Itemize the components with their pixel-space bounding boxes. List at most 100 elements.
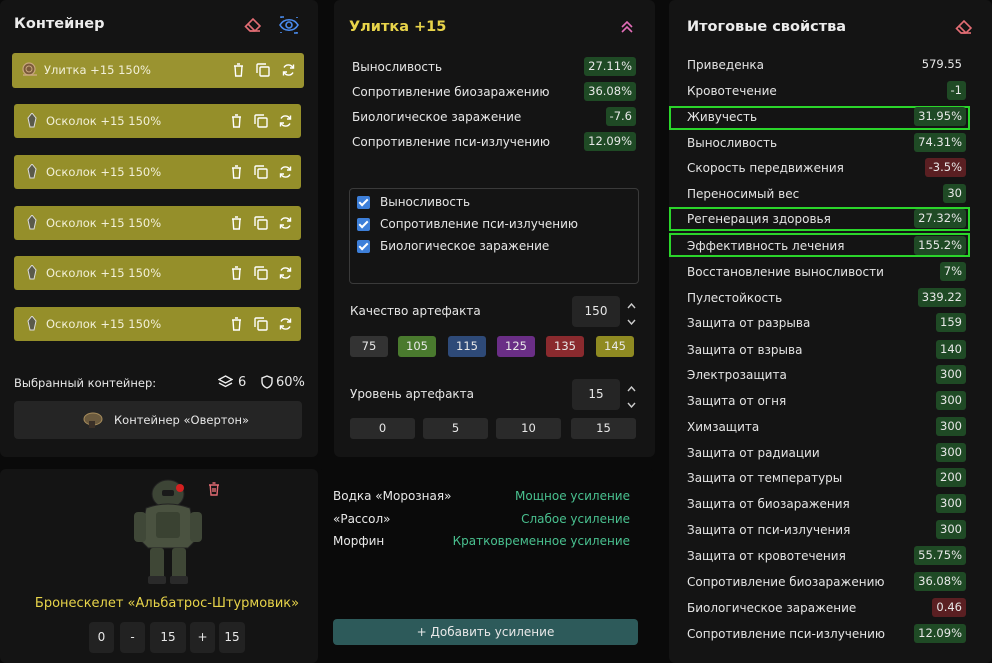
level-option[interactable]: 0 [350,418,415,439]
total-stat-name: Защита от биозаражения [687,497,850,511]
trash-icon[interactable] [233,63,244,80]
refresh-icon[interactable] [279,216,292,233]
checkbox-endurance[interactable] [357,196,370,209]
slots-count: 6 [238,375,247,390]
total-stat-name: Скорость передвижения [687,161,844,175]
refresh-icon[interactable] [279,165,292,182]
totals-title: Итоговые свойства [687,19,847,35]
armor-image [128,478,208,589]
trash-icon[interactable] [231,317,242,334]
total-stat-name: Регенерация здоровья [687,212,831,226]
trash-icon[interactable] [231,165,242,182]
total-stat-value: 300 [936,520,966,539]
refresh-icon[interactable] [279,317,292,334]
total-stat-value: 159 [936,313,966,332]
eraser-icon[interactable] [244,17,262,33]
total-stat-name: Защита от огня [687,394,787,408]
protection-value: 60% [276,375,305,390]
item-label: Осколок +15 150% [46,114,162,128]
total-stat-value: 12.09% [914,624,966,643]
checkbox-psi-resistance[interactable] [357,218,370,231]
total-stat-value: 27.32% [914,209,966,228]
copy-icon[interactable] [254,317,268,334]
collapse-icon[interactable] [621,20,633,36]
chevron-down-icon[interactable] [627,314,636,328]
total-stat-value: 579.55 [921,57,962,71]
item-label: Улитка +15 150% [44,63,151,77]
quality-option[interactable]: 145 [596,336,634,357]
artifact-stat-name: Сопротивление пси-излучению [352,135,551,149]
container-item[interactable]: Осколок +15 150% [14,206,301,240]
stepper-plus[interactable]: + [190,622,215,653]
trash-icon[interactable] [208,482,220,499]
stepper-value[interactable]: 15 [150,622,186,653]
snail-icon [22,62,37,77]
copy-icon[interactable] [254,216,268,233]
boost-effect: Кратковременное усиление [452,534,630,548]
refresh-icon[interactable] [279,114,292,131]
copy-icon[interactable] [254,266,268,283]
quality-input[interactable]: 150 [572,296,620,327]
level-option[interactable]: 10 [496,418,561,439]
chevron-up-icon[interactable] [627,298,636,312]
total-stat-name: Защита от разрыва [687,316,811,330]
copy-icon[interactable] [254,114,268,131]
artifact-stat-value: -7.6 [605,107,636,126]
total-stat-name: Выносливость [687,136,778,150]
shield-icon [261,375,273,392]
quality-option[interactable]: 135 [546,336,584,357]
layers-icon [217,375,234,392]
checkbox-label: Биологическое заражение [380,239,550,253]
boost-effect: Слабое усиление [521,512,630,526]
shard-icon [26,315,41,331]
stepper-minus[interactable]: - [120,622,145,653]
chevron-up-icon[interactable] [627,381,636,395]
level-option[interactable]: 15 [571,418,636,439]
total-stat-name: Защита от пси-излучения [687,523,851,537]
container-icon [82,411,104,432]
refresh-icon[interactable] [282,63,295,80]
checkbox-bio-infection[interactable] [357,240,370,253]
checkbox-label: Сопротивление пси-излучению [380,217,579,231]
total-stat-name: Кровотечение [687,84,777,98]
trash-icon[interactable] [231,114,242,131]
quality-option[interactable]: 125 [497,336,535,357]
level-option[interactable]: 5 [423,418,488,439]
stepper-min[interactable]: 0 [89,622,114,653]
total-stat-value: 36.08% [914,572,966,591]
item-label: Осколок +15 150% [46,165,162,179]
artifact-stat-value: 12.09% [584,132,636,151]
refresh-icon[interactable] [279,266,292,283]
total-stat-name: Восстановление выносливости [687,265,884,279]
container-item[interactable]: Осколок +15 150% [14,256,301,290]
artifact-stat-name: Сопротивление биозаражению [352,85,550,99]
total-stat-value: 300 [936,391,966,410]
chevron-down-icon[interactable] [627,397,636,411]
add-boost-button[interactable]: + Добавить усиление [333,619,638,645]
total-stat-value: 74.31% [914,133,966,152]
container-item[interactable]: Улитка +15 150% [12,53,304,88]
copy-icon[interactable] [256,63,270,80]
eye-icon[interactable] [278,16,300,34]
artifact-stat-value: 36.08% [584,82,636,101]
stepper-max[interactable]: 15 [219,622,245,653]
total-stat-value: -3.5% [924,158,966,177]
container-select-button[interactable]: Контейнер «Овертон» [14,401,302,439]
quality-option[interactable]: 115 [448,336,486,357]
container-item[interactable]: Осколок +15 150% [14,104,301,138]
total-stat-value: 339.22 [917,288,966,307]
total-stat-name: Эффективность лечения [687,239,845,253]
quality-option[interactable]: 75 [350,336,388,357]
trash-icon[interactable] [231,266,242,283]
trash-icon[interactable] [231,216,242,233]
copy-icon[interactable] [254,165,268,182]
total-stat-name: Живучесть [687,110,758,124]
container-item[interactable]: Осколок +15 150% [14,155,301,189]
quality-option[interactable]: 105 [398,336,436,357]
level-input[interactable]: 15 [572,379,620,410]
eraser-icon[interactable] [955,19,973,35]
total-stat-value: 200 [936,468,966,487]
container-item[interactable]: Осколок +15 150% [14,307,301,341]
boost-name: Водка «Морозная» [333,489,452,503]
total-stat-value: 31.95% [914,107,966,126]
